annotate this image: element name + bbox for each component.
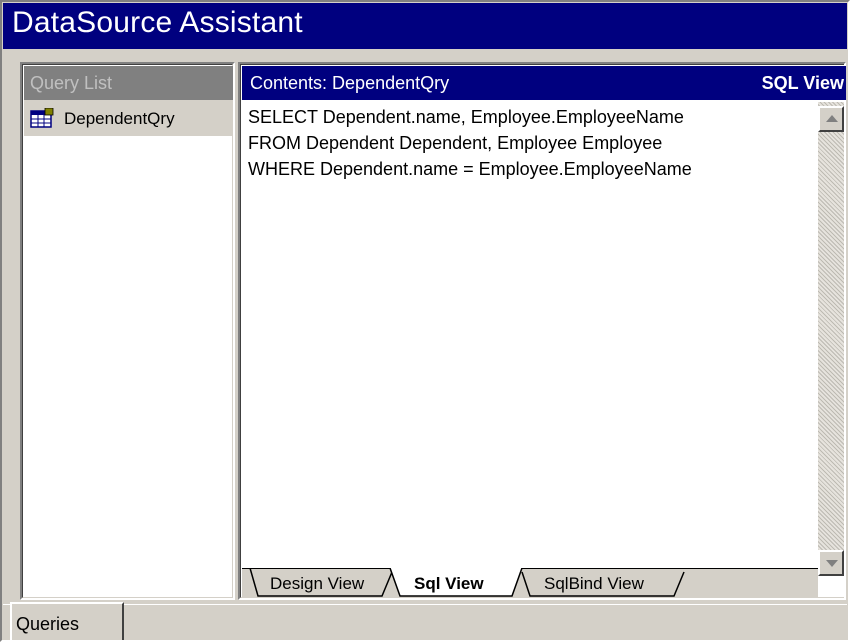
scroll-down-button[interactable]: [818, 550, 844, 576]
tab-sql-view[interactable]: Sql View: [414, 569, 484, 599]
sql-line: WHERE Dependent.name = Employee.Employee…: [248, 159, 692, 179]
sql-line: SELECT Dependent.name, Employee.Employee…: [248, 107, 684, 127]
sql-editor[interactable]: SELECT Dependent.name, Employee.Employee…: [248, 104, 808, 182]
contents-view-label: SQL View: [761, 73, 844, 93]
query-list-item-label: DependentQry: [64, 109, 175, 128]
bottom-tab-bar: [3, 604, 847, 640]
scroll-up-button[interactable]: [818, 106, 844, 132]
tab-design-view[interactable]: Design View: [270, 569, 364, 599]
contents-title: Contents: DependentQry: [250, 73, 450, 93]
query-list-border: [22, 64, 233, 598]
arrow-up-icon: [826, 115, 838, 122]
tab-sqlbind-view[interactable]: SqlBind View: [544, 569, 644, 599]
query-grid-icon: [30, 108, 54, 128]
query-list-header: Query List: [24, 66, 233, 100]
vertical-scrollbar[interactable]: [818, 102, 844, 576]
window-title: DataSource Assistant: [12, 6, 303, 39]
arrow-down-icon: [826, 560, 838, 567]
tab-queries-label: Queries: [16, 614, 80, 634]
sql-line: FROM Dependent Dependent, Employee Emplo…: [248, 133, 663, 153]
